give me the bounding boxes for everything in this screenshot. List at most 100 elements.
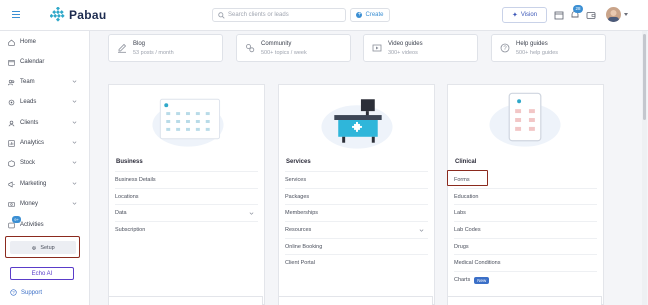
- svg-text:?: ?: [12, 290, 15, 295]
- search-icon: [218, 11, 225, 19]
- calendar-icon: [8, 59, 15, 66]
- notification-badge: 28: [573, 5, 583, 13]
- echo-ai-button[interactable]: Echo AI: [10, 267, 74, 280]
- menu-icon[interactable]: [12, 11, 20, 18]
- pabau-logo-icon: [50, 7, 65, 22]
- sparkle-icon: ✦: [511, 12, 518, 19]
- leads-icon: [8, 99, 15, 105]
- support-link[interactable]: ? Support: [10, 289, 42, 296]
- clinical-illustration: [489, 92, 561, 147]
- resource-title: Blog: [133, 41, 146, 47]
- activities-badge: 9+: [12, 216, 21, 223]
- setup-label: Setup: [40, 244, 55, 251]
- next-panel-peek: [278, 296, 433, 305]
- panel-title: Clinical: [455, 159, 477, 165]
- settings-item-online-booking[interactable]: Online Booking: [285, 238, 428, 255]
- sidebar-item-stock[interactable]: Stock: [8, 156, 84, 170]
- vision-label: Vision: [520, 12, 538, 18]
- create-label: Create: [365, 12, 384, 18]
- resource-card-community[interactable]: Community 500+ topics / week: [236, 34, 351, 62]
- help-icon: ?: [500, 43, 510, 53]
- avatar-dropdown-icon[interactable]: [624, 13, 628, 16]
- resource-title: Community: [261, 41, 292, 47]
- sidebar-item-clients[interactable]: Clients: [8, 116, 84, 130]
- resource-title: Help guides: [516, 41, 548, 47]
- create-button[interactable]: + Create: [350, 8, 390, 22]
- sidebar-item-label: Marketing: [20, 181, 47, 187]
- chevron-down-icon: [72, 161, 77, 164]
- scrollbar-thumb[interactable]: [643, 34, 646, 120]
- sidebar-item-leads[interactable]: Leads: [8, 95, 84, 109]
- chevron-down-icon: [72, 121, 77, 124]
- sidebar-item-label: Clients: [20, 120, 39, 126]
- settings-item-lab-codes[interactable]: Lab Codes: [454, 221, 597, 238]
- sidebar-item-team[interactable]: Team: [8, 75, 84, 89]
- panel-title: Services: [286, 159, 311, 165]
- sidebar-item-label: Leads: [20, 99, 37, 105]
- settings-item-subscription[interactable]: Subscription: [115, 221, 258, 238]
- chevron-down-icon: [249, 212, 254, 215]
- resource-card-help-guides[interactable]: ? Help guides 500+ help guides: [491, 34, 606, 62]
- stock-icon: [8, 159, 15, 167]
- sidebar-item-analytics[interactable]: Analytics: [8, 136, 84, 150]
- next-panel-peek: [447, 296, 602, 305]
- settings-item-data[interactable]: Data: [115, 204, 258, 221]
- settings-item-labs[interactable]: Labs: [454, 204, 597, 221]
- settings-item-medical-conditions[interactable]: Medical Conditions: [454, 254, 597, 271]
- sidebar-item-label: Home: [20, 39, 37, 45]
- settings-item-services[interactable]: Services: [285, 171, 428, 188]
- video-icon: [372, 44, 382, 52]
- wallet-icon[interactable]: [586, 10, 596, 20]
- resource-subtitle: 500+ help guides: [516, 50, 559, 56]
- sidebar-item-home[interactable]: Home: [8, 35, 84, 49]
- resource-card-blog[interactable]: Blog 53 posts / month: [108, 34, 223, 62]
- brand-logo[interactable]: Pabau: [50, 7, 107, 22]
- sidebar-item-label: Activities: [20, 222, 44, 228]
- settings-item-client-portal[interactable]: Client Portal: [285, 254, 428, 271]
- chevron-down-icon: [419, 229, 424, 232]
- team-icon: [8, 79, 15, 85]
- resource-card-video-guides[interactable]: Video guides 300+ videos: [363, 34, 478, 62]
- sidebar-item-label: Analytics: [20, 140, 45, 146]
- setup-button[interactable]: Setup: [10, 241, 76, 254]
- chevron-down-icon: [72, 80, 77, 83]
- sidebar-item-calendar[interactable]: Calendar: [8, 55, 84, 69]
- settings-item-resources[interactable]: Resources: [285, 221, 428, 238]
- chevron-down-icon: [72, 182, 77, 185]
- clients-icon: [8, 120, 15, 126]
- community-icon: [246, 44, 255, 53]
- plus-icon: +: [356, 12, 363, 18]
- business-illustration: [152, 98, 224, 147]
- user-avatar[interactable]: [606, 7, 621, 22]
- panel-title: Business: [116, 159, 143, 165]
- settings-item-education[interactable]: Education: [454, 188, 597, 205]
- next-panel-peek: [108, 296, 263, 305]
- search-placeholder: Search clients or leads: [228, 12, 289, 18]
- settings-item-memberships[interactable]: Memberships: [285, 204, 428, 221]
- settings-item-charts[interactable]: Charts New: [454, 271, 597, 288]
- home-icon: [8, 39, 15, 46]
- settings-item-business-details[interactable]: Business Details: [115, 171, 258, 188]
- search-input[interactable]: Search clients or leads: [212, 8, 346, 22]
- sidebar-item-label: Stock: [20, 160, 36, 166]
- sidebar-item-label: Money: [20, 201, 39, 207]
- forms-highlight: [447, 170, 488, 186]
- settings-item-packages[interactable]: Packages: [285, 188, 428, 205]
- money-icon: [8, 201, 15, 207]
- resource-subtitle: 500+ topics / week: [261, 50, 307, 56]
- marketing-icon: [8, 181, 15, 187]
- new-badge: New: [474, 276, 490, 284]
- calendar-check-icon[interactable]: [554, 10, 564, 20]
- sidebar-item-label: Team: [20, 79, 35, 85]
- settings-item-drugs[interactable]: Drugs: [454, 238, 597, 255]
- vision-button[interactable]: ✦ Vision: [502, 7, 547, 23]
- analytics-icon: [8, 139, 15, 147]
- settings-item-locations[interactable]: Locations: [115, 188, 258, 205]
- sidebar-item-money[interactable]: Money: [8, 197, 84, 211]
- resource-title: Video guides: [388, 41, 423, 47]
- sidebar-item-label: Calendar: [20, 59, 45, 65]
- resource-subtitle: 300+ videos: [388, 50, 418, 56]
- support-label: Support: [21, 289, 43, 296]
- sidebar-item-marketing[interactable]: Marketing: [8, 177, 84, 191]
- gear-icon: [32, 245, 37, 250]
